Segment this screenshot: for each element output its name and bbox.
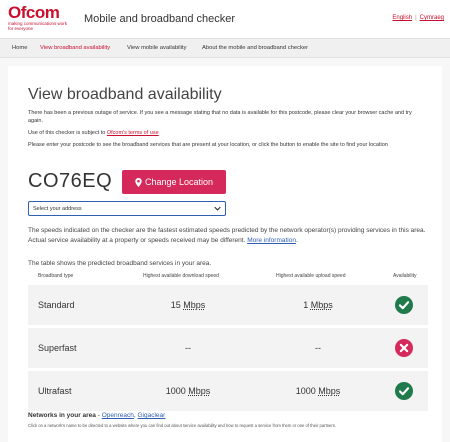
upload-speed: 1000 Mbps — [268, 386, 368, 396]
content-area: View broadband availability There has be… — [0, 58, 450, 442]
terms-link[interactable]: Ofcom's terms of use — [107, 130, 159, 136]
app-title: Mobile and broadband checker — [84, 13, 236, 25]
terms-prefix: Use of this checker is subject to — [28, 130, 106, 136]
download-speed: 15 Mbps — [138, 300, 238, 310]
nav-home[interactable]: Home — [12, 45, 27, 51]
download-unit: Mbps — [183, 300, 206, 310]
upload-speed: 1 Mbps — [268, 300, 368, 310]
download-value: 15 — [170, 300, 181, 310]
upload-unit: Mbps — [318, 386, 341, 396]
nav-about[interactable]: About the mobile and broadband checker — [202, 45, 308, 51]
speeds-disclaimer: The speeds indicated on the checker are … — [28, 226, 438, 246]
nav-view-broadband[interactable]: View broadband availability — [40, 45, 110, 51]
table-intro: The table shows the predicted broadband … — [28, 260, 212, 267]
upload-value: 1000 — [295, 386, 316, 396]
lang-separator: | — [415, 15, 417, 21]
speeds-text: The speeds indicated on the checker are … — [28, 227, 426, 244]
available-check-icon — [395, 296, 413, 314]
page-title: View broadband availability — [28, 86, 222, 103]
outage-notice: There has been a previous outage of serv… — [28, 110, 412, 124]
upload-unit: Mbps — [310, 300, 333, 310]
broadband-type: Standard — [38, 300, 75, 310]
header-broadband-type: Broadband type — [38, 273, 74, 279]
table-row: Superfast -- -- — [28, 328, 428, 368]
table-row: Standard 15 Mbps 1 Mbps — [28, 285, 428, 325]
site-header: Ofcom making communications work for eve… — [0, 0, 450, 38]
networks-label: Networks in your area — [28, 412, 96, 419]
networks-note: Click on a network's name to be directed… — [28, 423, 337, 428]
terms-line: Use of this checker is subject to Ofcom'… — [28, 129, 428, 137]
network-link-openreach[interactable]: Openreach — [102, 412, 134, 419]
main-panel: View broadband availability There has be… — [8, 66, 442, 442]
download-unit: Mbps — [188, 386, 211, 396]
logo-tagline-line2: for everyone — [8, 26, 34, 31]
lang-welsh-link[interactable]: Cymraeg — [420, 15, 444, 21]
change-location-button[interactable]: Change Location — [122, 170, 226, 194]
available-check-icon — [395, 382, 413, 400]
more-information-link[interactable]: More information — [247, 237, 296, 244]
download-value: 1000 — [165, 386, 186, 396]
address-select[interactable]: Select your address — [28, 201, 226, 216]
unavailable-cross-icon — [395, 339, 413, 357]
language-switcher: English | Cymraeg — [392, 15, 444, 21]
nav-view-mobile[interactable]: View mobile availability — [127, 45, 187, 51]
header-availability: Availability — [393, 273, 417, 279]
change-location-label: Change Location — [144, 177, 214, 187]
broadband-type: Ultrafast — [38, 386, 72, 396]
network-link-gigaclear[interactable]: Gigaclear — [138, 412, 166, 419]
chevron-down-icon — [214, 206, 221, 211]
download-speed: 1000 Mbps — [138, 386, 238, 396]
upload-speed: -- — [268, 343, 368, 353]
networks-in-area: Networks in your area - Openreach, Gigac… — [28, 412, 165, 419]
header-download-speed: Highest available download speed — [143, 273, 219, 279]
map-pin-icon — [135, 177, 142, 187]
postcode-display: CO76EQ — [28, 170, 113, 192]
table-row: Ultrafast 1000 Mbps 1000 Mbps — [28, 371, 428, 411]
upload-value: -- — [315, 343, 321, 353]
ofcom-logo[interactable]: Ofcom making communications work for eve… — [8, 3, 70, 31]
main-nav: Home View broadband availability View mo… — [0, 38, 450, 58]
upload-value: 1 — [303, 300, 309, 310]
speeds-text-end: . — [295, 237, 298, 244]
instructions: Please enter your postcode to see the br… — [28, 142, 388, 148]
address-select-value: Select your address — [33, 205, 82, 212]
header-upload-speed: Highest available upload speed — [276, 273, 346, 279]
broadband-type: Superfast — [38, 343, 77, 353]
download-value: -- — [185, 343, 191, 353]
logo-wordmark: Ofcom — [8, 3, 60, 22]
download-speed: -- — [138, 343, 238, 353]
lang-english-link[interactable]: English — [392, 15, 412, 21]
